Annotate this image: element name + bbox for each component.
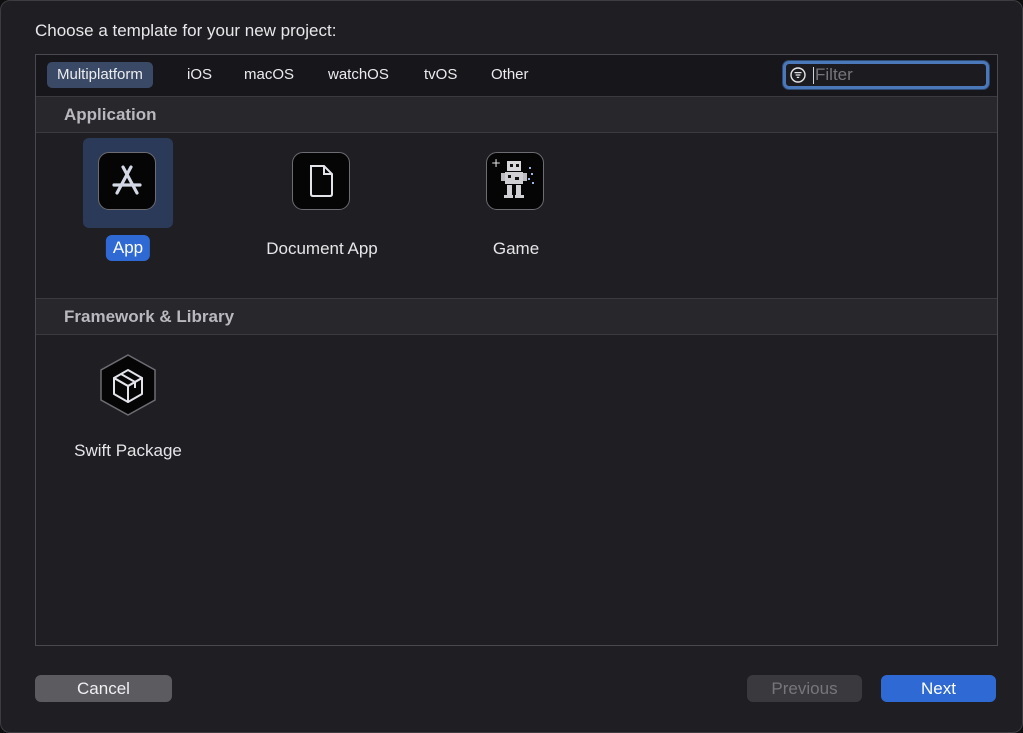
selection-highlight: [83, 138, 173, 228]
template-swift-package[interactable]: Swift Package: [74, 340, 182, 470]
tab-tvos[interactable]: tvOS: [414, 62, 467, 88]
tab-macos[interactable]: macOS: [234, 62, 304, 88]
tab-watchos[interactable]: watchOS: [318, 62, 399, 88]
cancel-button[interactable]: Cancel: [35, 675, 172, 702]
template-chooser-panel: Multiplatform iOS macOS watchOS tvOS Oth…: [35, 54, 998, 646]
tab-ios[interactable]: iOS: [177, 62, 222, 88]
game-robot-icon: +: [486, 152, 544, 210]
tile-icon-area: [83, 340, 173, 430]
tile-icon-area: +: [471, 138, 561, 228]
tab-multiplatform[interactable]: Multiplatform: [47, 62, 153, 88]
filter-field[interactable]: [783, 61, 989, 89]
section-header-application: Application: [36, 96, 997, 133]
app-store-icon: [98, 152, 156, 210]
template-game[interactable]: + Game: [471, 138, 561, 268]
tab-other[interactable]: Other: [481, 62, 539, 88]
filter-input[interactable]: [815, 64, 985, 86]
filter-icon: [790, 67, 806, 83]
dialog-prompt: Choose a template for your new project:: [35, 21, 337, 40]
template-label: Swift Package: [74, 441, 182, 460]
template-label: Game: [492, 239, 540, 258]
svg-text:+: +: [491, 156, 501, 170]
template-label: Document App: [266, 239, 378, 258]
previous-button[interactable]: Previous: [747, 675, 862, 702]
template-app[interactable]: App: [83, 138, 173, 268]
new-project-dialog: Choose a template for your new project: …: [0, 0, 1023, 733]
template-document-app[interactable]: Document App: [266, 138, 378, 268]
platform-tab-bar: Multiplatform iOS macOS watchOS tvOS Oth…: [36, 55, 997, 97]
package-icon: [100, 354, 156, 416]
document-icon: [292, 152, 350, 210]
section-title: Framework & Library: [64, 307, 235, 326]
tile-icon-area: [277, 138, 367, 228]
template-label: App: [105, 235, 151, 261]
next-button[interactable]: Next: [881, 675, 996, 702]
section-header-framework-library: Framework & Library: [36, 298, 997, 335]
text-cursor: [813, 67, 814, 84]
section-title: Application: [64, 105, 157, 124]
